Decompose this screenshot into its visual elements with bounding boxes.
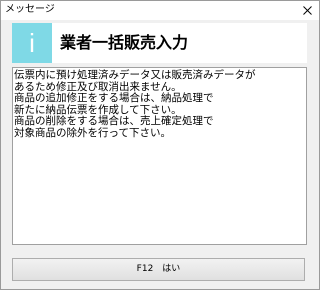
window-title: メッセージ xyxy=(5,4,55,15)
close-icon[interactable] xyxy=(303,6,312,15)
dialog-header: 業者一括販売入力 xyxy=(52,23,307,63)
ok-button-label: F12 はい xyxy=(136,264,181,274)
message-dialog: メッセージ i 業者一括販売入力 伝票内に預け処理済みデータ又は販売済みデータが… xyxy=(0,0,320,290)
message-lines: 伝票内に預け処理済みデータ又は販売済みデータが あるため修正及び取消出来ません。… xyxy=(13,69,256,139)
ok-button[interactable]: F12 はい xyxy=(12,258,305,281)
message-text-area[interactable]: 伝票内に預け処理済みデータ又は販売済みデータが あるため修正及び取消出来ません。… xyxy=(12,67,307,245)
info-icon-glyph: i xyxy=(29,28,35,58)
message-line: 伝票内に預け処理済みデータ又は販売済みデータが xyxy=(14,69,256,81)
dialog-heading: 業者一括販売入力 xyxy=(60,33,189,52)
close-button[interactable] xyxy=(297,1,319,20)
info-icon: i xyxy=(12,23,52,63)
message-line: 商品の削除をする場合は、売上確定処理で xyxy=(14,115,214,127)
title-bar[interactable]: メッセージ xyxy=(1,1,319,20)
message-line: 対象商品の除外を行って下さい。 xyxy=(14,126,171,139)
message-line: 商品の追加修正をする場合は、納品処理で xyxy=(14,92,214,104)
